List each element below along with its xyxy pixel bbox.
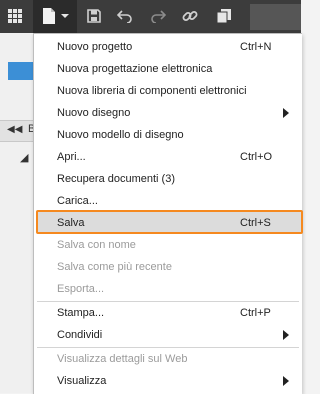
menu-item-label: Salva con nome (57, 239, 136, 251)
menu-item-nuovo-progetto[interactable]: Nuovo progetto Ctrl+N (34, 36, 302, 58)
menu-item-label: Stampa... (57, 307, 105, 319)
menu-item-salva-con-nome[interactable]: Salva con nome (34, 234, 302, 256)
menu-item-label: Recupera documenti (3) (57, 173, 176, 185)
new-document-icon (42, 8, 55, 24)
chevron-down-icon (60, 14, 69, 18)
menu-item-label: Carica... (57, 195, 98, 207)
menu-item-nuovo-disegno[interactable]: Nuovo disegno (34, 102, 302, 124)
menu-item-label: Condividi (57, 329, 103, 341)
menu-item-label: Visualizza dettagli sul Web (57, 353, 188, 365)
menu-item-condividi[interactable]: Condividi (34, 324, 302, 346)
redo-button[interactable] (148, 4, 168, 28)
menu-item-esporta[interactable]: Esporta... (34, 278, 302, 300)
redo-icon (151, 10, 166, 23)
menu-item-shortcut: Ctrl+O (240, 151, 273, 163)
undo-icon (117, 10, 132, 23)
menu-item-nuovo-modello-di-disegno[interactable]: Nuovo modello di disegno (34, 124, 302, 146)
undo-button[interactable] (115, 4, 135, 28)
submenu-arrow-icon (283, 330, 289, 340)
menu-item-visualizza[interactable]: Visualizza (34, 370, 302, 392)
quick-access-toolbar (0, 0, 301, 33)
menu-item-stampa[interactable]: Stampa... Ctrl+P (34, 302, 302, 324)
submenu-arrow-icon (283, 108, 289, 118)
menu-item-salva-come-piu-recente[interactable]: Salva come più recente (34, 256, 302, 278)
copy-button[interactable] (213, 4, 235, 28)
menu-item-label: Apri... (57, 151, 86, 163)
menu-item-label: Nuova progettazione elettronica (57, 63, 213, 75)
save-icon (87, 9, 101, 23)
menu-item-label: Nuova libreria di componenti elettronici (57, 85, 247, 97)
link-button[interactable] (179, 4, 201, 28)
app-grid-button[interactable] (3, 4, 27, 28)
submenu-arrow-icon (283, 376, 289, 386)
menu-item-label: Salva come più recente (57, 261, 172, 273)
menu-item-recupera-documenti[interactable]: Recupera documenti (3) (34, 168, 302, 190)
collapse-panel-icon[interactable]: ◀◀ (7, 124, 22, 135)
menu-item-apri[interactable]: Apri... Ctrl+O (34, 146, 302, 168)
menu-item-label: Esporta... (57, 283, 105, 295)
toolbar-right-area (250, 4, 301, 30)
app-logo-shape (8, 62, 34, 80)
menu-item-label: Nuovo disegno (57, 107, 131, 119)
menu-item-shortcut: Ctrl+P (240, 307, 271, 319)
menu-item-carica[interactable]: Carica... (34, 190, 302, 212)
menu-item-nuova-libreria[interactable]: Nuova libreria di componenti elettronici (34, 80, 302, 102)
menu-item-label: Salva (57, 217, 85, 229)
file-dropdown-menu: Nuovo progetto Ctrl+N Nuova progettazion… (33, 33, 303, 394)
save-button[interactable] (84, 4, 104, 28)
grid-icon (8, 9, 22, 23)
menu-item-shortcut: Ctrl+S (240, 217, 271, 229)
file-menu-button[interactable] (37, 4, 73, 28)
menu-item-label: Visualizza (57, 375, 107, 387)
menu-item-label: Nuovo progetto (57, 41, 133, 53)
expand-triangle-icon[interactable]: ◢ (20, 151, 28, 164)
menu-item-visualizza-dettagli-web[interactable]: Visualizza dettagli sul Web (34, 348, 302, 370)
menu-item-salva[interactable]: Salva Ctrl+S (34, 212, 302, 234)
menu-item-nuova-progettazione-elettronica[interactable]: Nuova progettazione elettronica (34, 58, 302, 80)
copy-icon (216, 9, 231, 24)
menu-item-label: Nuovo modello di disegno (57, 129, 184, 141)
link-icon (182, 11, 198, 21)
menu-item-shortcut: Ctrl+N (240, 41, 272, 53)
